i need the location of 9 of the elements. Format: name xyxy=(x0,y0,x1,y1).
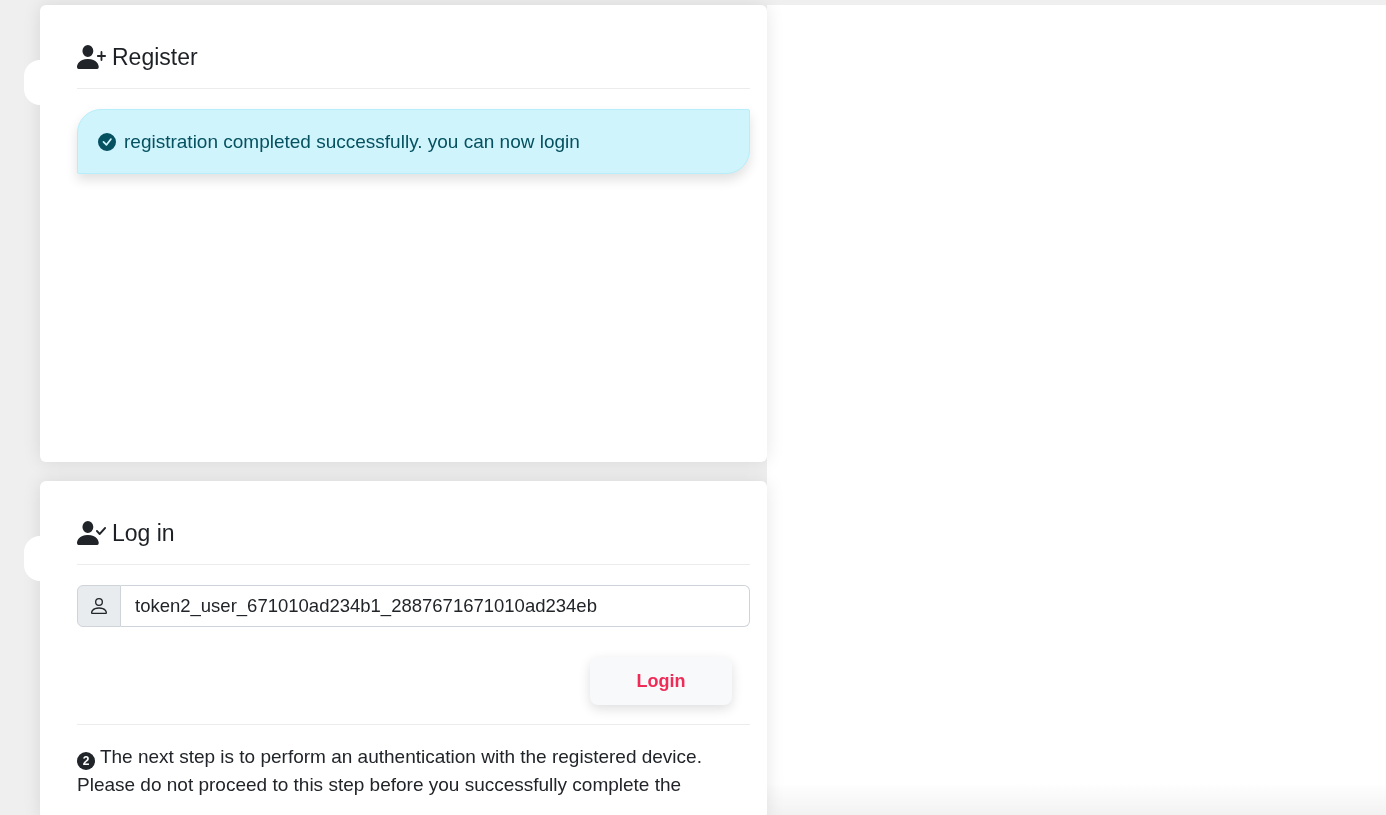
alert-message: registration completed successfully. you can now login xyxy=(124,130,580,154)
username-field[interactable]: token2_user_671010ad234b1_2887671671010ad234eb xyxy=(121,585,750,627)
person-check-icon xyxy=(77,521,106,545)
person-plus-icon xyxy=(77,45,106,69)
card-title: Log in xyxy=(112,519,175,548)
card-title: Register xyxy=(112,43,198,72)
person-icon xyxy=(91,598,107,614)
step-instructions: 2 The next step is to perform an authentication with the registered device. Please do not proceed to this step before you successfully complete the xyxy=(77,745,703,797)
login-button[interactable]: Login xyxy=(590,657,732,705)
